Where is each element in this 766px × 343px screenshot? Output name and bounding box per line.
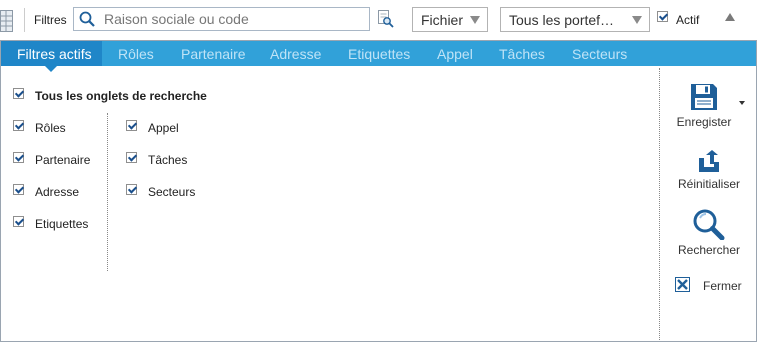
close-label: Fermer <box>703 279 742 293</box>
save-menu-caret-icon[interactable] <box>739 101 745 105</box>
tab-adresse[interactable]: Adresse <box>270 46 321 62</box>
secteurs-checkbox[interactable] <box>126 184 137 195</box>
search-label: Rechercher <box>677 243 741 257</box>
partenaire-checkbox[interactable] <box>13 152 24 163</box>
tab-etiquettes[interactable]: Etiquettes <box>348 46 410 62</box>
actif-label: Actif <box>676 13 700 27</box>
reset-button[interactable]: Réinitialiser <box>672 150 746 191</box>
filter-panel: Filtres actifs Rôles Partenaire Adresse … <box>0 40 757 342</box>
search-icon <box>79 11 95 27</box>
filter-bar: Filtres Fichier Tous les portef… Actif <box>0 0 766 38</box>
tab-filtres-actifs[interactable]: Filtres actifs <box>1 41 102 72</box>
all-tabs-label: Tous les onglets de recherche <box>35 89 207 103</box>
fichier-select[interactable]: Fichier <box>412 7 488 32</box>
table-grid-icon[interactable] <box>0 10 13 32</box>
reset-icon <box>699 150 719 172</box>
fichier-select-value: Fichier <box>421 12 464 28</box>
adresse-checkbox[interactable] <box>13 184 24 195</box>
portfolio-select[interactable]: Tous les portef… <box>500 7 650 32</box>
save-button[interactable]: Enregister <box>672 82 736 129</box>
appel-checkbox[interactable] <box>126 120 137 131</box>
filters-label: Filtres <box>34 13 67 27</box>
search-box[interactable] <box>73 7 370 31</box>
appel-label: Appel <box>148 121 179 135</box>
actions-divider <box>659 68 660 340</box>
search-button[interactable]: Rechercher <box>672 208 746 257</box>
partenaire-label: Partenaire <box>35 153 91 167</box>
tab-partenaire[interactable]: Partenaire <box>181 46 246 62</box>
all-tabs-checkbox[interactable] <box>13 88 24 99</box>
document-search-icon[interactable] <box>377 10 395 28</box>
etiquettes-label: Etiquettes <box>35 217 89 231</box>
tab-roles[interactable]: Rôles <box>118 46 154 62</box>
portfolio-select-value: Tous les portef… <box>509 12 615 28</box>
chevron-down-icon <box>632 16 642 24</box>
close-button[interactable]: Fermer <box>675 277 747 295</box>
etiquettes-checkbox[interactable] <box>13 216 24 227</box>
toolbar-separator <box>24 8 25 32</box>
adresse-label: Adresse <box>35 185 80 199</box>
search-input[interactable] <box>104 10 364 28</box>
roles-label: Rôles <box>35 121 66 135</box>
tab-bar: Filtres actifs Rôles Partenaire Adresse … <box>1 41 756 72</box>
tab-taches[interactable]: Tâches <box>499 46 545 62</box>
save-icon <box>691 84 717 110</box>
taches-checkbox[interactable] <box>126 152 137 163</box>
tab-appel[interactable]: Appel <box>437 46 473 62</box>
close-icon <box>675 277 690 292</box>
magnifier-icon <box>693 209 725 241</box>
column-divider <box>107 113 108 271</box>
roles-checkbox[interactable] <box>13 120 24 131</box>
save-label: Enregister <box>676 115 732 129</box>
chevron-down-icon <box>470 16 480 24</box>
tab-secteurs[interactable]: Secteurs <box>572 46 627 62</box>
reset-label: Réinitialiser <box>677 177 741 191</box>
collapse-up-icon[interactable] <box>725 13 735 21</box>
active-tab-pointer <box>45 66 57 72</box>
secteurs-label: Secteurs <box>148 185 196 199</box>
taches-label: Tâches <box>148 153 188 167</box>
actif-checkbox[interactable] <box>657 11 668 22</box>
tab-label: Filtres actifs <box>17 46 92 62</box>
